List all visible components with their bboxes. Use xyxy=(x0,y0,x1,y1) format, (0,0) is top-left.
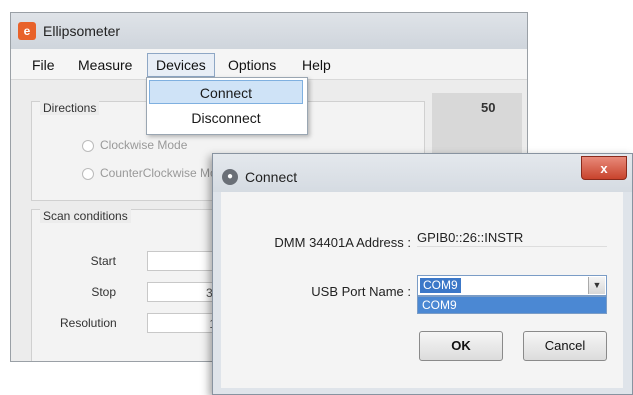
chevron-down-icon[interactable]: ▼ xyxy=(588,277,605,294)
stop-label: Stop xyxy=(91,285,116,299)
dmm-address-value: GPIB0::26::INSTR xyxy=(417,220,607,247)
counterclockwise-radio[interactable]: CounterClockwise Mode xyxy=(82,166,230,180)
usb-port-selected-value: COM9 xyxy=(420,278,461,293)
menu-item-connect[interactable]: Connect xyxy=(149,80,303,104)
radio-circle-icon xyxy=(82,139,94,152)
menu-measure[interactable]: Measure xyxy=(71,55,139,75)
connect-dialog: ● Connect x DMM 34401A Address : GPIB0::… xyxy=(212,153,633,395)
directions-group-title: Directions xyxy=(40,101,100,115)
menu-bar: File Measure Devices Options Help xyxy=(11,49,527,80)
menu-help[interactable]: Help xyxy=(295,55,338,75)
title-bar: e Ellipsometer xyxy=(11,13,527,49)
menu-options[interactable]: Options xyxy=(221,55,283,75)
app-icon: e xyxy=(18,22,36,40)
scan-conditions-title: Scan conditions xyxy=(40,209,131,223)
menu-devices[interactable]: Devices xyxy=(147,53,215,77)
counterclockwise-label: CounterClockwise Mode xyxy=(100,166,231,180)
menu-item-disconnect[interactable]: Disconnect xyxy=(149,106,303,130)
resolution-label: Resolution xyxy=(60,316,117,330)
usb-port-option[interactable]: COM9 xyxy=(422,298,457,312)
clockwise-radio[interactable]: Clockwise Mode xyxy=(82,138,187,152)
ok-button[interactable]: OK xyxy=(419,331,503,361)
dialog-body: DMM 34401A Address : GPIB0::26::INSTR US… xyxy=(221,192,623,388)
radio-circle-icon xyxy=(82,167,94,180)
cancel-button[interactable]: Cancel xyxy=(523,331,607,361)
menu-file[interactable]: File xyxy=(25,55,62,75)
window-title: Ellipsometer xyxy=(43,23,121,39)
close-icon[interactable]: x xyxy=(581,156,627,180)
dialog-title: Connect xyxy=(245,169,298,185)
devices-dropdown-menu: Connect Disconnect xyxy=(146,77,308,135)
dmm-address-label: DMM 34401A Address : xyxy=(274,235,411,250)
usb-port-options-list: COM9 xyxy=(417,296,607,314)
usb-port-select[interactable]: COM9 ▼ xyxy=(417,275,607,296)
plot-axis-value: 50 xyxy=(481,100,496,115)
usb-port-label: USB Port Name : xyxy=(311,284,411,299)
start-label: Start xyxy=(90,254,116,268)
dialog-title-bar: ● Connect x xyxy=(213,154,632,192)
dialog-app-icon: ● xyxy=(222,169,238,185)
clockwise-label: Clockwise Mode xyxy=(100,138,188,152)
